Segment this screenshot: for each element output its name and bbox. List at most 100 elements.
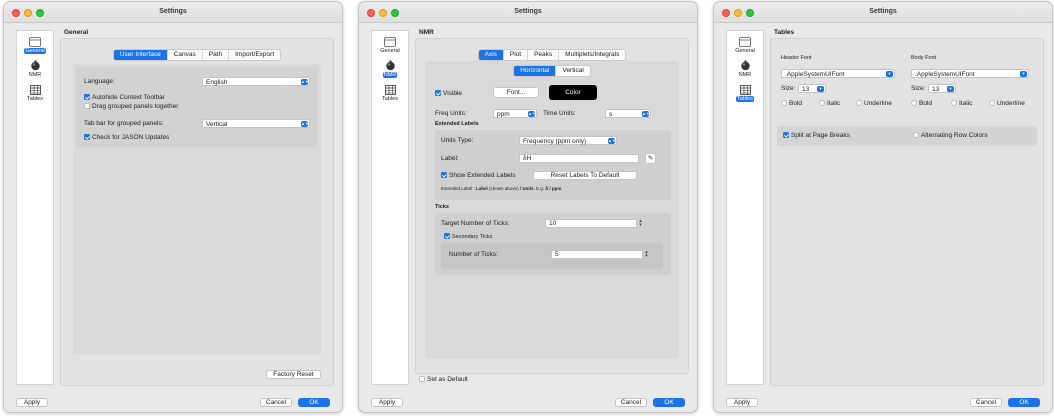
tab-horizontal[interactable]: Horizontal xyxy=(514,66,557,76)
tabbar-select[interactable]: Vertical ▲▼ xyxy=(202,119,310,128)
header-size-select[interactable]: 13 ▼ xyxy=(798,84,826,93)
sidebar-item-general[interactable]: General xyxy=(730,34,760,55)
header-italic-toggle[interactable]: Italic xyxy=(819,100,840,107)
drag-panels-checkbox[interactable]: Drag grouped panels together xyxy=(84,103,178,110)
body-underline-toggle[interactable]: Underline xyxy=(989,100,1025,107)
sidebar-item-nmr[interactable]: NMR xyxy=(730,58,760,79)
cancel-button[interactable]: Cancel xyxy=(970,398,1002,407)
checkbox-label: Set as Default xyxy=(427,376,468,383)
units-type-value: Frequency (ppm only) xyxy=(523,138,587,145)
sidebar-item-tables[interactable]: Tables xyxy=(375,82,405,103)
radio-icon xyxy=(913,132,919,138)
target-ticks-stepper[interactable]: ▴ ▾ xyxy=(638,219,643,228)
visible-checkbox[interactable]: Visible xyxy=(435,90,462,97)
chevron-down-icon: ▼ xyxy=(1020,70,1027,77)
set-default-checkbox[interactable]: Set as Default xyxy=(419,376,468,383)
split-page-breaks-checkbox[interactable]: Split at Page Breaks xyxy=(783,132,850,139)
tab-import-export[interactable]: Import/Export xyxy=(229,50,280,60)
secondary-ticks-checkbox[interactable]: Secondary Ticks xyxy=(444,233,492,240)
apply-button[interactable]: Apply xyxy=(371,398,403,407)
units-type-select[interactable]: Frequency (ppm only) ▲▼ xyxy=(519,136,617,145)
option-label: Underline xyxy=(997,100,1025,107)
tab-user-interface[interactable]: User Interface xyxy=(113,50,168,60)
language-select[interactable]: English ▲▼ xyxy=(202,77,310,86)
apply-button[interactable]: Apply xyxy=(726,398,758,407)
header-font-select[interactable]: .AppleSystemUIFont ▼ xyxy=(781,69,895,78)
window-icon xyxy=(20,36,50,47)
factory-reset-button[interactable]: Factory Reset xyxy=(266,370,321,379)
freq-units-select[interactable]: ppm ▲▼ xyxy=(493,109,537,118)
target-ticks-input[interactable]: 10 xyxy=(545,219,637,228)
sidebar-item-general[interactable]: General xyxy=(20,34,50,55)
radio-icon xyxy=(819,100,825,106)
body-size-select[interactable]: 13 ▼ xyxy=(928,84,956,93)
sidebar-item-label: General xyxy=(735,48,755,54)
window-title: Settings xyxy=(514,8,542,15)
ok-button[interactable]: OK xyxy=(1008,398,1040,407)
show-extended-labels-checkbox[interactable]: Show Extended Labels xyxy=(441,172,516,179)
option-label: Bold xyxy=(919,100,933,107)
tab-peaks[interactable]: Peaks xyxy=(528,50,560,60)
time-units-select[interactable]: s ▲▼ xyxy=(605,109,651,118)
window-title: Settings xyxy=(159,8,187,15)
color-button[interactable]: Color xyxy=(549,85,597,100)
tab-vertical[interactable]: Vertical xyxy=(556,66,589,76)
sidebar-item-tables[interactable]: Tables xyxy=(730,82,760,103)
sidebar-item-nmr[interactable]: NMR xyxy=(375,58,405,79)
cancel-button[interactable]: Cancel xyxy=(260,398,292,407)
font-button[interactable]: Font... xyxy=(493,87,539,98)
sidebar-item-tables[interactable]: Tables xyxy=(20,82,50,103)
body-font-select[interactable]: .AppleSystemUIFont ▼ xyxy=(911,69,1029,78)
checkbox-icon xyxy=(444,233,450,239)
table-icon xyxy=(20,84,50,95)
chevron-down-icon: ▼ xyxy=(947,85,954,92)
settings-window-tables: Settings General NMR Tables Tables Heade… xyxy=(713,1,1053,413)
checkbox-icon xyxy=(435,90,441,96)
apply-button[interactable]: Apply xyxy=(16,398,48,407)
number-ticks-stepper[interactable]: ▴ ▾ xyxy=(644,250,649,259)
tabbar-value: Vertical xyxy=(206,121,228,128)
general-content: User Interface Canvas Path Import/Export… xyxy=(60,38,334,386)
label-input[interactable]: δH xyxy=(519,154,639,163)
body-italic-toggle[interactable]: Italic xyxy=(951,100,972,107)
radio-icon xyxy=(911,100,917,106)
body-bold-toggle[interactable]: Bold xyxy=(911,100,932,107)
tab-path[interactable]: Path xyxy=(203,50,230,60)
radio-icon xyxy=(951,100,957,106)
reset-labels-button[interactable]: Reset Labels To Default xyxy=(533,171,637,180)
header-bold-toggle[interactable]: Bold xyxy=(781,100,802,107)
tab-axis[interactable]: Axis xyxy=(478,50,504,60)
tab-multiplets-integrals[interactable]: Multiplets/Integrals xyxy=(559,50,625,60)
header-underline-toggle[interactable]: Underline xyxy=(856,100,892,107)
header-font-title: Header Font xyxy=(781,55,812,61)
tab-plot[interactable]: Plot xyxy=(504,50,529,60)
number-ticks-input[interactable]: 5 xyxy=(551,250,643,259)
sidebar: General NMR Tables xyxy=(726,30,764,385)
header-font-value: .AppleSystemUIFont xyxy=(785,71,845,78)
title-bar: Settings xyxy=(359,2,697,23)
alternating-row-colors-toggle[interactable]: Alternating Row Colors xyxy=(913,132,987,139)
chevron-down-icon: ▼ xyxy=(817,85,824,92)
sidebar-item-label: General xyxy=(24,48,46,54)
sidebar-item-general[interactable]: General xyxy=(375,34,405,55)
chevron-updown-icon: ▲▼ xyxy=(528,110,536,117)
edit-label-button[interactable]: ✎ xyxy=(645,153,656,164)
ui-options-group: Language: English ▲▼ Autohide Context To… xyxy=(76,67,318,147)
ok-button[interactable]: OK xyxy=(653,398,685,407)
chevron-updown-icon: ▲▼ xyxy=(301,78,309,85)
sidebar: General NMR Tables xyxy=(371,30,409,385)
checkbox-label: Split at Page Breaks xyxy=(791,132,850,139)
radio-icon xyxy=(781,100,787,106)
ticks-title: Ticks xyxy=(435,204,449,210)
body-size-value: 13 xyxy=(932,86,940,93)
cancel-button[interactable]: Cancel xyxy=(615,398,647,407)
radio-icon xyxy=(856,100,862,106)
title-bar: Settings xyxy=(714,2,1052,23)
ok-button[interactable]: OK xyxy=(298,398,330,407)
autohide-toolbar-checkbox[interactable]: Autohide Context Toolbar xyxy=(84,94,165,101)
tab-canvas[interactable]: Canvas xyxy=(168,50,203,60)
language-value: English xyxy=(206,79,228,86)
sidebar-item-nmr[interactable]: NMR xyxy=(20,58,50,79)
check-updates-checkbox[interactable]: Check for JASON Updates xyxy=(84,134,169,141)
number-ticks-label: Number of Ticks: xyxy=(449,251,498,258)
